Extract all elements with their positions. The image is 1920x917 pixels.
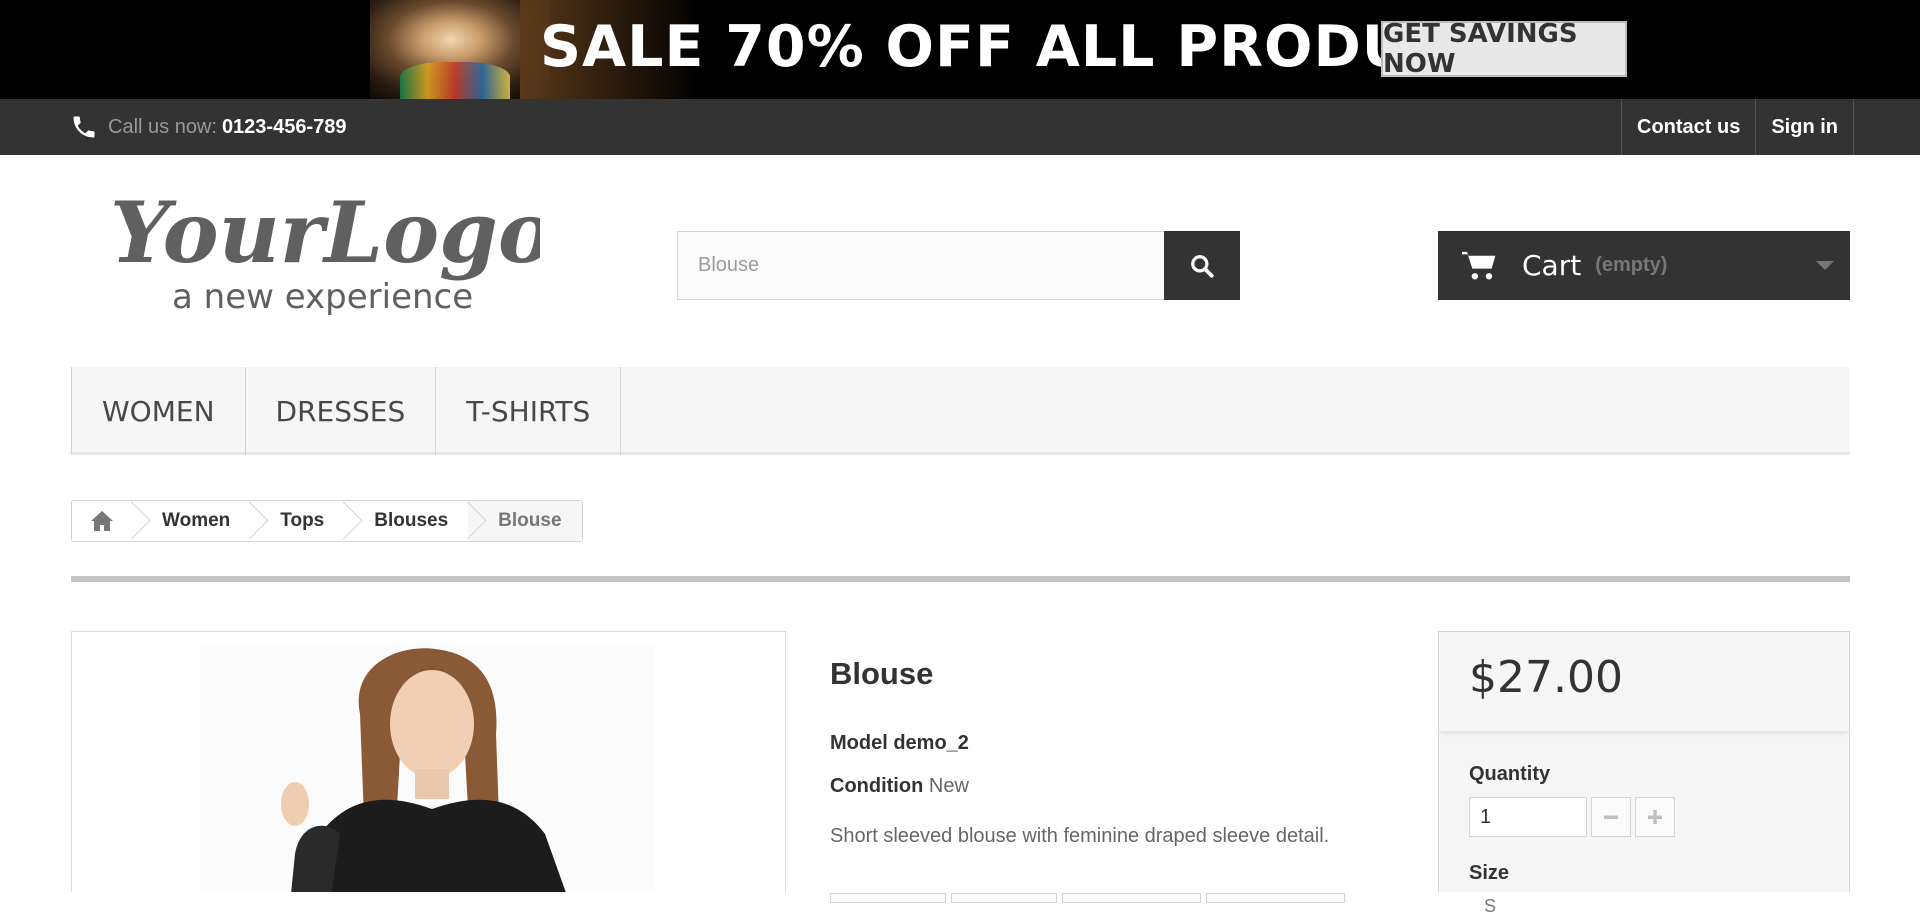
search-bar xyxy=(677,231,1240,300)
share-button-tweet[interactable] xyxy=(830,893,946,903)
menu-item-t-shirts[interactable]: T-shirts xyxy=(436,367,622,455)
cart-button[interactable]: Cart (empty) xyxy=(1438,231,1850,300)
main-menu: Women Dresses T-shirts xyxy=(71,367,1850,455)
header-links: Contact us Sign in xyxy=(1621,99,1855,155)
product-title: Blouse xyxy=(830,656,934,691)
menu-item-dresses[interactable]: Dresses xyxy=(246,367,437,455)
condition-label: Condition xyxy=(830,775,924,797)
menu-item-women[interactable]: Women xyxy=(71,367,246,455)
call-label: Call us now: xyxy=(108,115,217,138)
logo-main-text: YourLogo xyxy=(110,190,540,282)
shopping-cart-icon xyxy=(1462,251,1496,279)
plus-icon xyxy=(1648,810,1662,824)
quantity-decrease-button[interactable] xyxy=(1591,797,1631,837)
search-button[interactable] xyxy=(1164,231,1240,300)
product-condition: Condition New xyxy=(830,775,969,798)
get-savings-button[interactable]: GET SAVINGS NOW xyxy=(1381,19,1627,79)
share-button-pinterest[interactable] xyxy=(1206,893,1345,903)
product-description: Short sleeved blouse with feminine drape… xyxy=(830,825,1330,847)
share-button-share[interactable] xyxy=(951,893,1057,903)
product-price: $27.00 xyxy=(1469,652,1623,703)
search-input[interactable] xyxy=(677,231,1165,300)
phone-icon xyxy=(73,116,95,138)
size-label: Size xyxy=(1469,862,1510,884)
buy-box: $27.00 Quantity Size S xyxy=(1438,631,1850,916)
home-icon xyxy=(91,511,113,531)
promo-banner[interactable]: SALE 70% OFF ALL PRODUCTS GET SAVINGS NO… xyxy=(0,0,1920,99)
cart-label: Cart xyxy=(1522,249,1582,282)
banner-model-scarf xyxy=(400,62,510,99)
cart-state: (empty) xyxy=(1595,254,1668,276)
model-label: Model xyxy=(830,732,888,754)
search-icon xyxy=(1191,254,1214,278)
model-value: demo_2 xyxy=(893,732,969,754)
breadcrumb-current: Blouse xyxy=(468,501,582,541)
quantity-input[interactable] xyxy=(1469,797,1587,837)
phone-number: 0123-456-789 xyxy=(221,115,347,138)
condition-value: New xyxy=(928,775,969,797)
product-image-panel[interactable] xyxy=(71,631,786,892)
share-button-google[interactable] xyxy=(1062,893,1201,903)
chevron-down-icon xyxy=(1816,261,1834,270)
section-divider xyxy=(71,576,1850,582)
size-select[interactable]: S xyxy=(1484,896,1496,917)
breadcrumb: Women Tops Blouses Blouse xyxy=(71,500,583,542)
product-model: Model demo_2 xyxy=(830,732,969,755)
contact-us-link[interactable]: Contact us xyxy=(1622,99,1757,155)
quantity-increase-button[interactable] xyxy=(1635,797,1675,837)
logo-tagline: a new experience xyxy=(172,277,473,315)
top-bar: Call us now: 0123-456-789 Contact us Sig… xyxy=(0,99,1920,155)
minus-icon xyxy=(1604,815,1618,819)
sign-in-link[interactable]: Sign in xyxy=(1756,99,1855,155)
quantity-label: Quantity xyxy=(1469,763,1551,785)
call-us: Call us now: 0123-456-789 xyxy=(70,99,347,155)
site-logo[interactable]: YourLogo a new experience xyxy=(110,190,540,315)
product-photo xyxy=(200,644,655,892)
